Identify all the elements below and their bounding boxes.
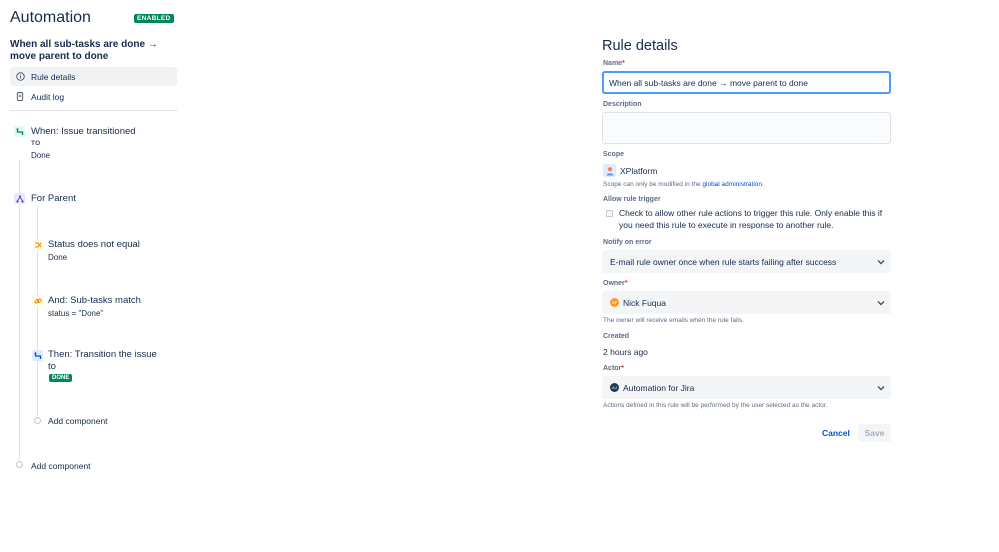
owner-label: Owner* xyxy=(603,280,628,287)
status-badge: ENABLED xyxy=(134,14,174,23)
action-node[interactable]: Then: Transition the issue to DONE xyxy=(20,347,180,385)
trigger-icon xyxy=(14,126,25,137)
rule-name-heading: When all sub-tasks are done → move paren… xyxy=(10,39,158,62)
condition-node-status[interactable]: Status does not equal Done xyxy=(20,237,180,267)
add-component-dot-outer xyxy=(16,461,23,468)
scope-helper: Scope can only be modified in the global… xyxy=(603,181,764,188)
chevron-down-icon xyxy=(877,299,885,307)
name-label: Name* xyxy=(603,60,625,67)
scope-row: XPlatform xyxy=(603,164,657,177)
allow-trigger-text: Check to allow other rule actions to tri… xyxy=(619,208,883,230)
global-administration-link[interactable]: global administration xyxy=(702,181,762,188)
rule-details-title: Rule details xyxy=(602,38,678,54)
owner-helper: The owner will receive emails when the r… xyxy=(603,317,744,324)
created-label: Created xyxy=(603,333,630,340)
condition-status-value: Done xyxy=(48,253,68,262)
action-title-line2: to xyxy=(48,361,56,372)
scope-label: Scope xyxy=(603,151,625,158)
owner-avatar: NF xyxy=(610,298,619,307)
actor-select[interactable]: AJ Automation for Jira xyxy=(602,376,891,399)
trigger-value: Done xyxy=(31,151,51,160)
branch-node[interactable]: For Parent xyxy=(0,191,180,207)
description-label: Description xyxy=(603,101,642,108)
nav-rule-details[interactable]: Rule details xyxy=(10,67,177,86)
condition-subtasks-title: And: Sub-tasks match xyxy=(48,295,141,306)
project-avatar-icon xyxy=(603,164,616,177)
add-component-outer[interactable]: Add component xyxy=(31,461,91,471)
cancel-button[interactable]: Cancel xyxy=(816,424,856,442)
actor-helper: Actions defined in this rule will be per… xyxy=(603,402,828,409)
condition-status-title: Status does not equal xyxy=(48,239,140,250)
action-title-line1: Then: Transition the issue xyxy=(48,349,157,360)
add-component-dot-inner xyxy=(34,417,41,424)
document-icon xyxy=(15,92,25,102)
condition-node-subtasks[interactable]: And: Sub-tasks match status = "Done" xyxy=(20,293,180,323)
link-icon xyxy=(32,295,43,306)
done-lozenge: DONE xyxy=(49,374,73,382)
trigger-tag: TO xyxy=(31,140,41,147)
condition-icon xyxy=(32,239,43,250)
trigger-title: When: Issue transitioned xyxy=(31,126,136,137)
actor-value: Automation for Jira xyxy=(623,382,695,393)
owner-value: Nick Fuqua xyxy=(623,297,666,308)
created-value: 2 hours ago xyxy=(603,347,648,357)
page-title: Automation xyxy=(10,9,91,26)
info-icon xyxy=(15,72,25,82)
actor-avatar: AJ xyxy=(610,383,619,392)
notify-value: E-mail rule owner once when rule starts … xyxy=(610,256,837,267)
notify-label: Notify on error xyxy=(603,239,652,246)
name-input[interactable] xyxy=(602,71,891,94)
branch-title: For Parent xyxy=(31,193,76,204)
condition-subtasks-value: status = "Done" xyxy=(48,309,104,318)
save-button[interactable]: Save xyxy=(858,424,891,442)
chevron-down-icon xyxy=(877,258,885,266)
nav-audit-log-label: Audit log xyxy=(31,91,65,102)
allow-trigger-label: Allow rule trigger xyxy=(603,196,661,203)
nav-rule-details-label: Rule details xyxy=(31,71,76,82)
scope-value: XPlatform xyxy=(620,165,658,176)
trigger-node[interactable]: When: Issue transitioned TO Done xyxy=(0,124,180,164)
notify-select[interactable]: E-mail rule owner once when rule starts … xyxy=(602,250,891,273)
branch-icon xyxy=(14,193,25,204)
description-input[interactable] xyxy=(602,112,891,144)
nav-divider xyxy=(10,110,177,111)
actor-label: Actor* xyxy=(603,365,625,372)
owner-select[interactable]: NF Nick Fuqua xyxy=(602,291,891,314)
nav-audit-log[interactable]: Audit log xyxy=(10,87,177,106)
allow-trigger-checkbox[interactable] xyxy=(606,210,613,217)
left-panel: Automation ENABLED When all sub-tasks ar… xyxy=(0,0,190,552)
add-component-inner[interactable]: Add component xyxy=(48,416,108,426)
transition-icon xyxy=(32,350,43,361)
chevron-down-icon xyxy=(877,384,885,392)
